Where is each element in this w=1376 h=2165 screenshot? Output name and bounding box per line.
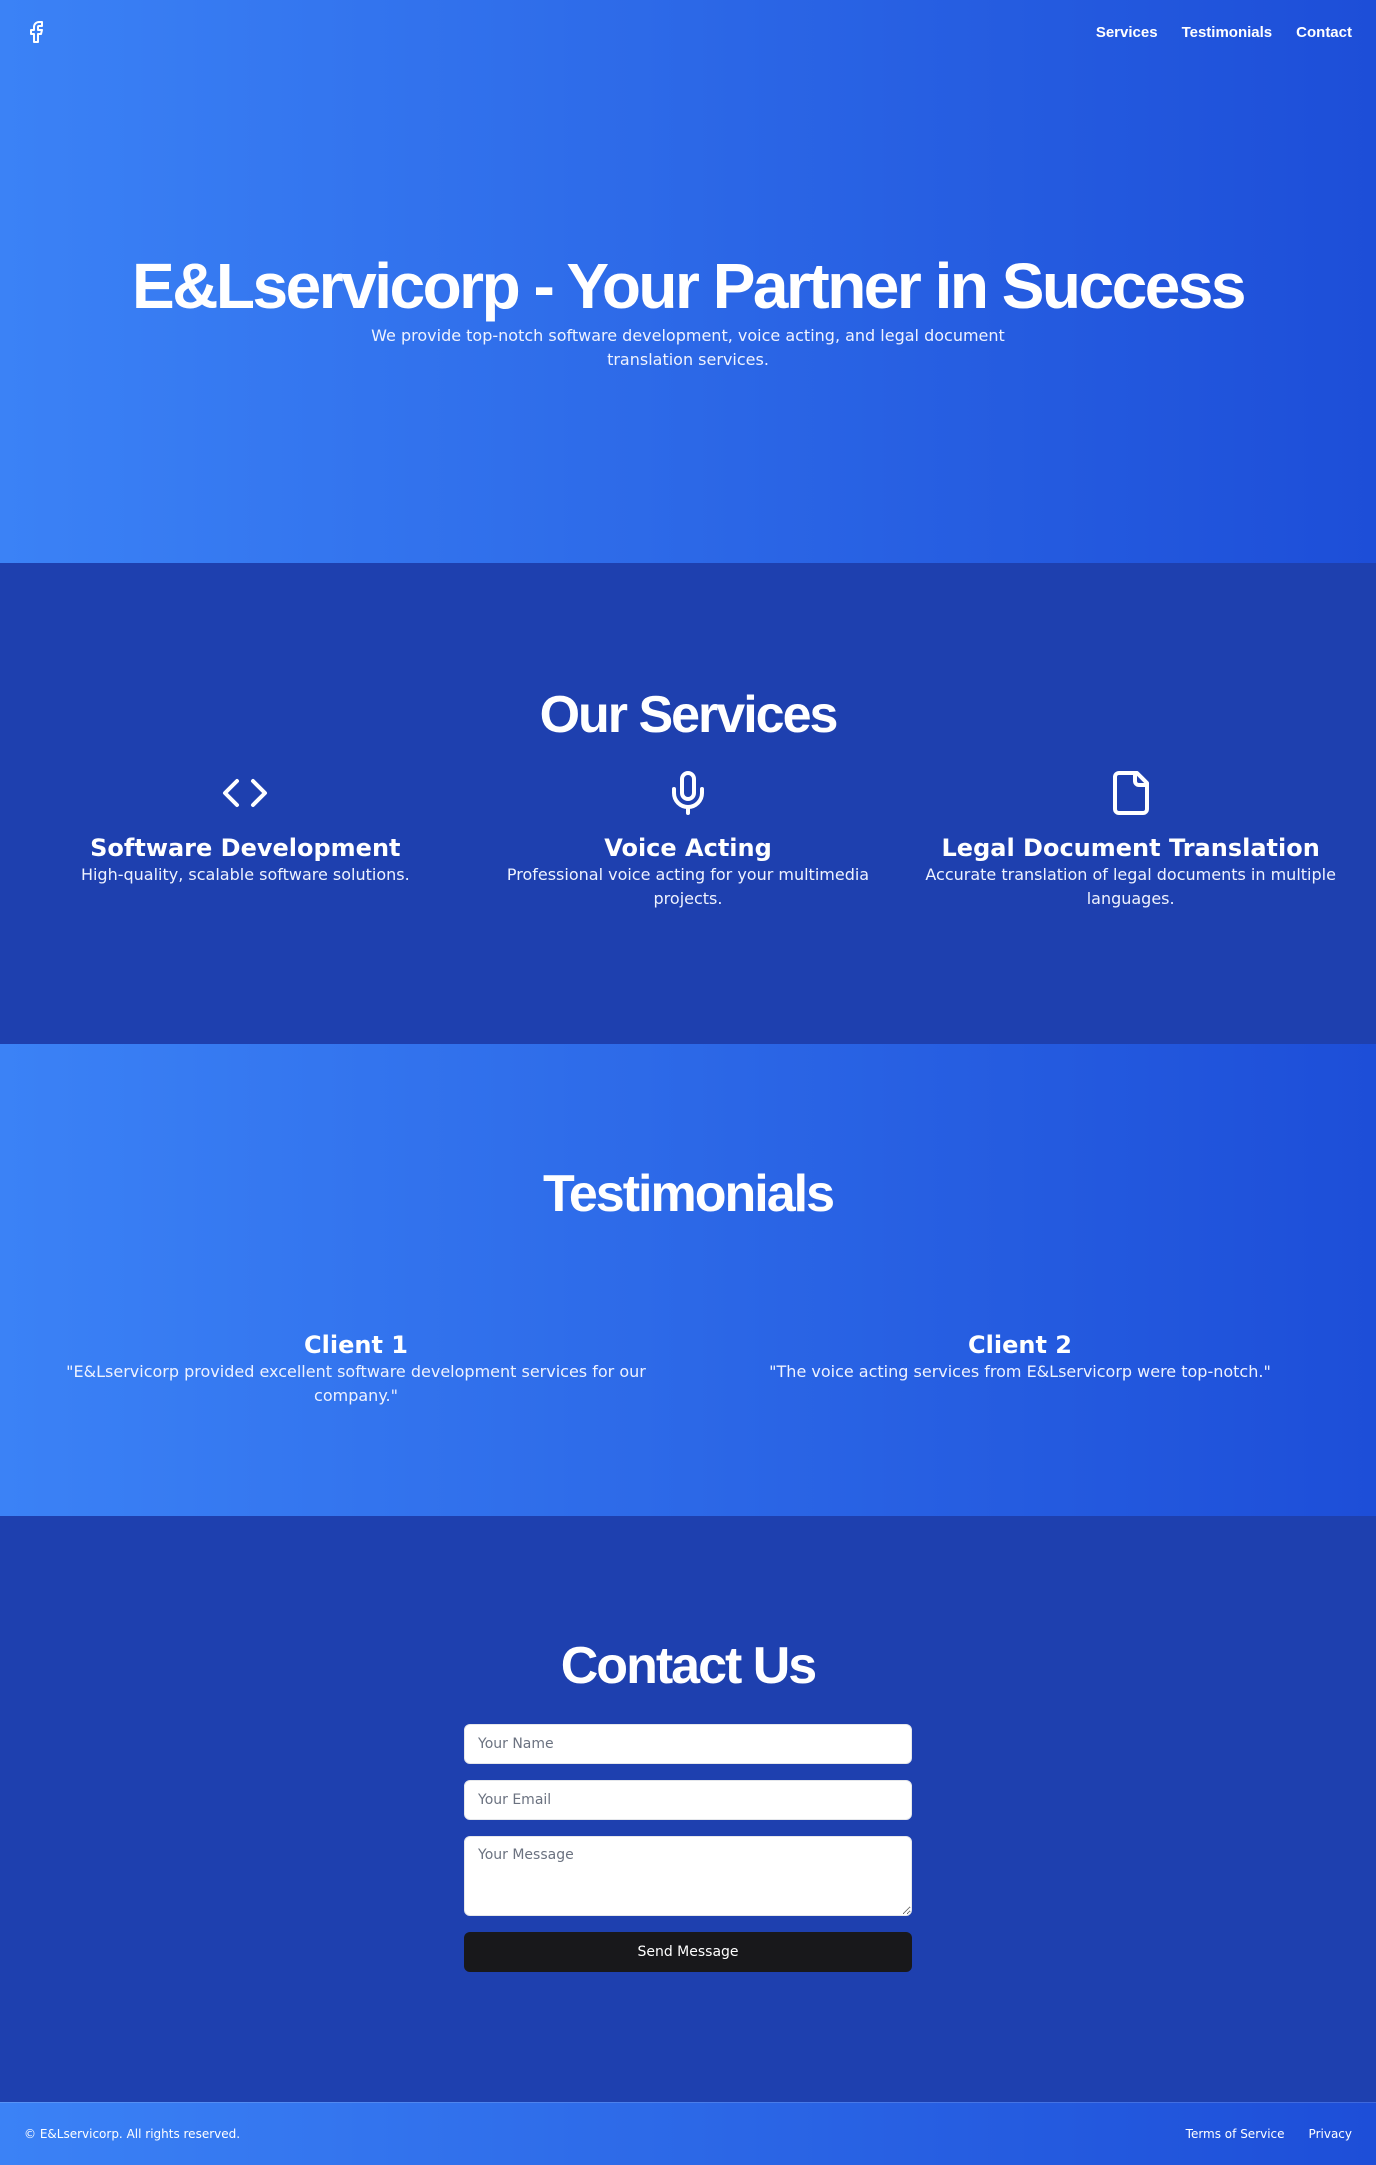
- services-section: Our Services Software Development High-q…: [0, 563, 1376, 1044]
- footer-links: Terms of Service Privacy: [1186, 2127, 1352, 2141]
- main-nav: Services Testimonials Contact: [1096, 24, 1352, 41]
- facebook-link[interactable]: [24, 20, 48, 44]
- message-field[interactable]: [464, 1836, 912, 1916]
- facebook-icon: [30, 21, 43, 43]
- service-description: Professional voice acting for your multi…: [506, 865, 870, 908]
- contact-form: Send Message: [464, 1724, 912, 1972]
- service-card: Software Development High-quality, scala…: [24, 769, 467, 911]
- testimonial-name: Client 1: [304, 1331, 408, 1359]
- nav-contact[interactable]: Contact: [1296, 24, 1352, 41]
- testimonial-quote: "The voice acting services from E&Lservi…: [769, 1362, 1271, 1381]
- testimonials-title: Testimonials: [542, 1165, 835, 1223]
- testimonial-card: Client 1 "E&Lservicorp provided excellen…: [24, 1330, 688, 1408]
- document-icon: [1112, 771, 1149, 815]
- testimonial-name: Client 2: [968, 1331, 1072, 1359]
- privacy-link[interactable]: Privacy: [1309, 2127, 1352, 2141]
- service-description: High-quality, scalable software solution…: [80, 865, 410, 884]
- hero-subtitle: We provide top-notch software developmen…: [371, 326, 1005, 369]
- testimonial-card: Client 2 "The voice acting services from…: [688, 1330, 1352, 1408]
- testimonials-grid: Client 1 "E&Lservicorp provided excellen…: [24, 1330, 1352, 1408]
- testimonial-quote: "E&Lservicorp provided excellent softwar…: [66, 1362, 646, 1405]
- nav-testimonials[interactable]: Testimonials: [1182, 24, 1273, 41]
- hero-content: E&Lservicorp - Your Partner in Success W…: [0, 248, 1376, 372]
- services-title: Our Services: [539, 686, 839, 744]
- send-message-button[interactable]: Send Message: [464, 1932, 912, 1972]
- site-footer: © E&Lservicorp. All rights reserved. Ter…: [0, 2102, 1376, 2165]
- terms-link[interactable]: Terms of Service: [1186, 2127, 1285, 2141]
- service-title: Software Development: [90, 834, 401, 862]
- microphone-icon: [671, 771, 704, 815]
- testimonials-section: Testimonials Client 1 "E&Lservicorp prov…: [0, 1044, 1376, 1516]
- service-card: Voice Acting Professional voice acting f…: [467, 769, 910, 911]
- service-card: Legal Document Translation Accurate tran…: [909, 769, 1352, 911]
- email-field[interactable]: [464, 1780, 912, 1820]
- contact-title: Contact Us: [560, 1637, 817, 1695]
- hero-title: E&Lservicorp - Your Partner in Success: [132, 250, 1246, 322]
- nav-services[interactable]: Services: [1096, 24, 1158, 41]
- code-icon: [223, 779, 268, 807]
- site-header: Services Testimonials Contact: [0, 0, 1376, 64]
- service-description: Accurate translation of legal documents …: [925, 865, 1336, 908]
- service-title: Legal Document Translation: [941, 834, 1320, 862]
- hero-section: E&Lservicorp - Your Partner in Success W…: [0, 0, 1376, 563]
- services-grid: Software Development High-quality, scala…: [24, 769, 1352, 911]
- name-field[interactable]: [464, 1724, 912, 1764]
- service-title: Voice Acting: [604, 834, 772, 862]
- copyright-text: © E&Lservicorp. All rights reserved.: [24, 2127, 241, 2141]
- contact-section: Contact Us Send Message: [0, 1516, 1376, 2102]
